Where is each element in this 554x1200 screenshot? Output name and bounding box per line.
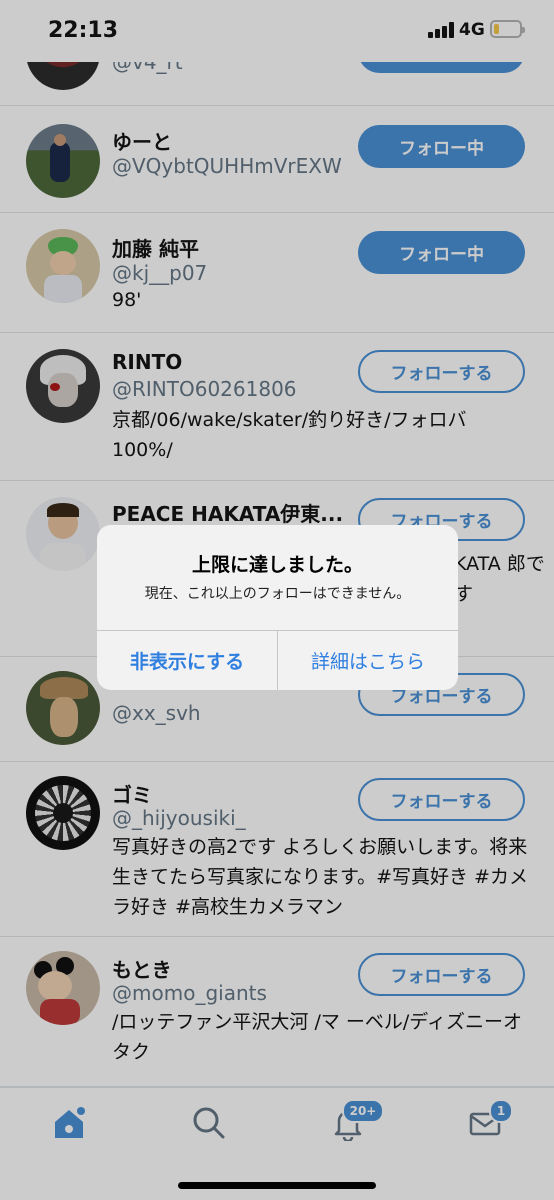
alert-message: 現在、これ以上のフォローはできません。 [144,586,411,602]
details-button[interactable]: 詳細はこちら [278,630,458,690]
hide-button[interactable]: 非表示にする [97,630,277,690]
limit-alert: 上限に達しました。 現在、これ以上のフォローはできません。 非表示にする 詳細は… [97,525,458,690]
alert-title: 上限に達しました。 [191,554,363,576]
